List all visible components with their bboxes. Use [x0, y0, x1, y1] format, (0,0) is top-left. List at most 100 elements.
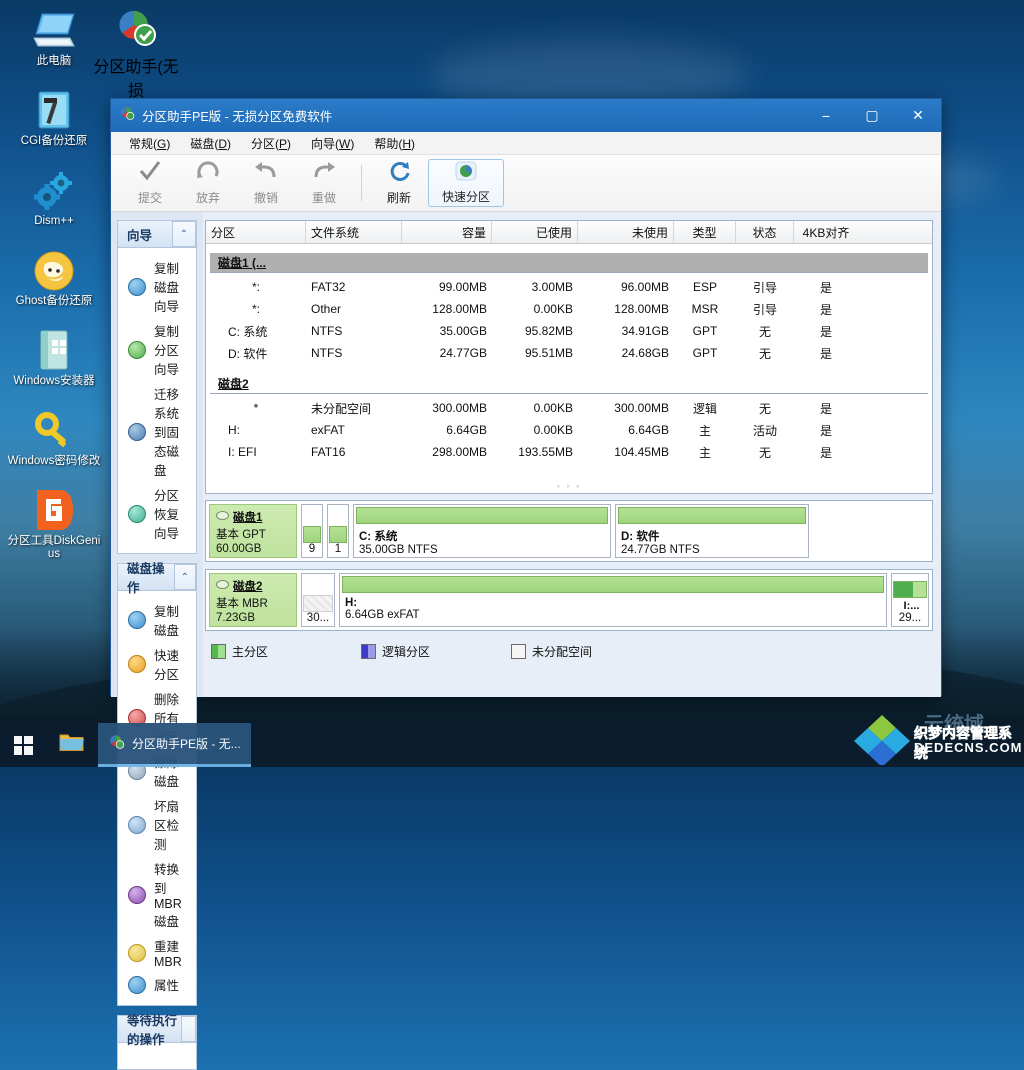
taskbar-item-partition-assistant[interactable]: 分区助手PE版 - 无...: [98, 723, 251, 767]
chevron-up-icon[interactable]: [180, 1016, 196, 1042]
table-row[interactable]: *: FAT32 99.00MB 3.00MB 96.00MB ESP 引导 是: [206, 276, 932, 298]
minimize-button[interactable]: −: [803, 99, 849, 132]
cell-filesystem: exFAT: [311, 423, 345, 437]
toolbar-button-undo[interactable]: 撤销: [237, 158, 295, 208]
partition-fill-bar: [356, 507, 608, 524]
menu-item-wizard[interactable]: 向导(W): [301, 133, 364, 154]
panel-header-disk-operations[interactable]: 磁盘操作 ⌃: [118, 562, 196, 595]
partition-sub: 9: [308, 543, 316, 555]
sidebar-item-rebuild-mbr[interactable]: 重建MBR: [122, 933, 192, 972]
cell-filesystem: NTFS: [311, 324, 343, 338]
sidebar-item-partition-recovery-wizard[interactable]: 分区恢复向导: [122, 482, 192, 545]
maximize-button[interactable]: ▢: [849, 99, 895, 132]
column-header-4kb-align[interactable]: 4KB对齐: [794, 221, 858, 243]
sidebar-item-convert-to-mbr[interactable]: 转换到MBR磁盘: [122, 856, 192, 933]
disk-map-partition[interactable]: 1: [327, 504, 349, 558]
disk-map-partition-h[interactable]: H: 6.64GB exFAT: [339, 573, 887, 627]
desktop-icon-dism[interactable]: Dism++: [6, 166, 102, 228]
column-header-partition[interactable]: 分区: [206, 221, 306, 243]
chevron-up-icon[interactable]: ⌃: [172, 221, 196, 247]
toolbar-button-redo[interactable]: 重做: [295, 158, 353, 208]
toolbar-button-commit[interactable]: 提交: [121, 158, 179, 208]
splitter-grip[interactable]: ◦ ◦ ◦: [206, 481, 932, 491]
partition-sub: 1: [334, 543, 342, 555]
column-header-unused[interactable]: 未使用: [578, 221, 674, 243]
convert-to-mbr-icon: [128, 885, 146, 904]
column-header-type[interactable]: 类型: [674, 221, 736, 243]
disk-group-header[interactable]: 磁盘1 (...: [210, 253, 928, 272]
cell-filesystem: FAT16: [311, 445, 346, 459]
menu-item-partition[interactable]: 分区(P): [241, 133, 301, 154]
chevron-up-icon[interactable]: ⌃: [173, 564, 196, 590]
legend-swatch-logical: [361, 643, 376, 659]
sidebar-item-quick-partition[interactable]: 快速分区: [122, 642, 192, 686]
disk-map-partition[interactable]: 9: [301, 504, 323, 558]
menu-item-help[interactable]: 帮助(H): [364, 133, 425, 154]
gears-icon: [6, 166, 102, 212]
cell-used: 193.55MB: [518, 445, 573, 459]
sidebar-item-copy-partition-wizard[interactable]: 复制分区向导: [122, 318, 192, 381]
toolbar-button-label: 放弃: [195, 191, 220, 205]
table-row[interactable]: C: 系统 NTFS 35.00GB 95.82MB 34.91GB GPT 无…: [206, 320, 932, 342]
column-header-capacity[interactable]: 容量: [402, 221, 492, 243]
panel-header-wizard[interactable]: 向导 ⌃: [118, 221, 196, 248]
table-row[interactable]: *: Other 128.00MB 0.00KB 128.00MB MSR 引导…: [206, 298, 932, 320]
disk-map-row-disk2[interactable]: 磁盘2 基本 MBR 7.23GB 30... H: 6.64GB exFAT: [205, 569, 933, 631]
disk-platter-icon: [216, 510, 229, 524]
toolbar-button-refresh[interactable]: 刷新: [370, 158, 428, 208]
desktop-icon-windows-installer[interactable]: Windows安装器: [6, 326, 102, 388]
table-row[interactable]: D: 软件 NTFS 24.77GB 95.51MB 24.68GB GPT 无…: [206, 342, 932, 364]
sidebar-item-migrate-os-ssd[interactable]: 迁移系统到固态磁盘: [122, 381, 192, 482]
disk-map-row-disk1[interactable]: 磁盘1 基本 GPT 60.00GB 9 1 C: 系统 35.00GB NTF…: [205, 500, 933, 562]
disk-map-info-disk2[interactable]: 磁盘2 基本 MBR 7.23GB: [209, 573, 297, 627]
table-row[interactable]: H: exFAT 6.64GB 0.00KB 6.64GB 主 活动 是: [206, 419, 932, 441]
column-header-filesystem[interactable]: 文件系统: [306, 221, 402, 243]
cell-filesystem: Other: [311, 302, 342, 316]
cell-status: 活动: [752, 423, 777, 438]
desktop-icon-windows-password[interactable]: Windows密码修改: [6, 406, 102, 468]
sidebar-item-copy-disk[interactable]: 复制磁盘: [122, 598, 192, 642]
desktop-icon-diskgenius[interactable]: 分区工具DiskGenius: [6, 486, 102, 561]
desktop-icon-label: Windows密码修改: [7, 455, 101, 467]
copy-disk-wizard-icon: [128, 277, 146, 296]
disk-map-partition-i[interactable]: I:... 29...: [891, 573, 929, 627]
menu-item-general[interactable]: 常规(G): [119, 133, 180, 154]
column-header-used[interactable]: 已使用: [492, 221, 578, 243]
cell-capacity: 298.00MB: [432, 445, 487, 459]
disk-map-type: 基本 GPT: [216, 529, 266, 541]
taskbar-item-label: 分区助手PE版 - 无...: [132, 737, 241, 751]
disk-map-partition-unallocated[interactable]: 30...: [301, 573, 335, 627]
menu-item-disk[interactable]: 磁盘(D): [180, 133, 241, 154]
cell-used: 3.00MB: [531, 280, 573, 294]
disk-map-size: 7.23GB: [216, 612, 255, 624]
disk-group-header[interactable]: 磁盘2: [210, 374, 928, 393]
table-row[interactable]: I: EFI FAT16 298.00MB 193.55MB 104.45MB …: [206, 441, 932, 463]
toolbar-button-discard[interactable]: 放弃: [179, 158, 237, 208]
redo-icon: [312, 160, 336, 187]
disk-map-partition-c[interactable]: C: 系统 35.00GB NTFS: [353, 504, 611, 558]
taskbar-file-explorer-button[interactable]: [46, 723, 98, 767]
table-row[interactable]: * 未分配空间 300.00MB 0.00KB 300.00MB 逻辑 无 是: [206, 397, 932, 419]
partition-label: C: 系统: [359, 531, 398, 543]
sidebar-item-properties[interactable]: 属性: [122, 972, 192, 997]
close-button[interactable]: ✕: [895, 99, 941, 132]
partition-fill-bar: [618, 507, 806, 524]
watermark: 云统域 织梦内容管理系统 DEDECNS.COM: [852, 707, 1022, 767]
legend-swatch-unallocated: [511, 643, 526, 659]
cell-capacity: 35.00GB: [439, 324, 487, 338]
window-title-bar[interactable]: 分区助手PE版 - 无损分区免费软件 − ▢ ✕: [111, 99, 941, 132]
sidebar-item-bad-sector-check[interactable]: 坏扇区检测: [122, 793, 192, 856]
sidebar-item-copy-disk-wizard[interactable]: 复制磁盘向导: [122, 255, 192, 318]
desktop-icon-label: 分区工具DiskGenius: [7, 535, 101, 560]
toolbar-button-quick-partition[interactable]: 快速分区: [428, 159, 504, 207]
cell-filesystem: FAT32: [311, 280, 346, 294]
column-header-status[interactable]: 状态: [736, 221, 794, 243]
desktop-icon-ghost-backup[interactable]: Ghost备份还原: [6, 246, 102, 308]
panel-header-pending-operations[interactable]: 等待执行的操作: [118, 1014, 196, 1047]
disk-map-partition-d[interactable]: D: 软件 24.77GB NTFS: [615, 504, 809, 558]
cell-used: 0.00KB: [533, 302, 573, 316]
copy-disk-icon: [128, 611, 146, 629]
disk-group-rule: [210, 272, 928, 273]
start-button[interactable]: [0, 723, 46, 767]
disk-map-info-disk1[interactable]: 磁盘1 基本 GPT 60.00GB: [209, 504, 297, 558]
